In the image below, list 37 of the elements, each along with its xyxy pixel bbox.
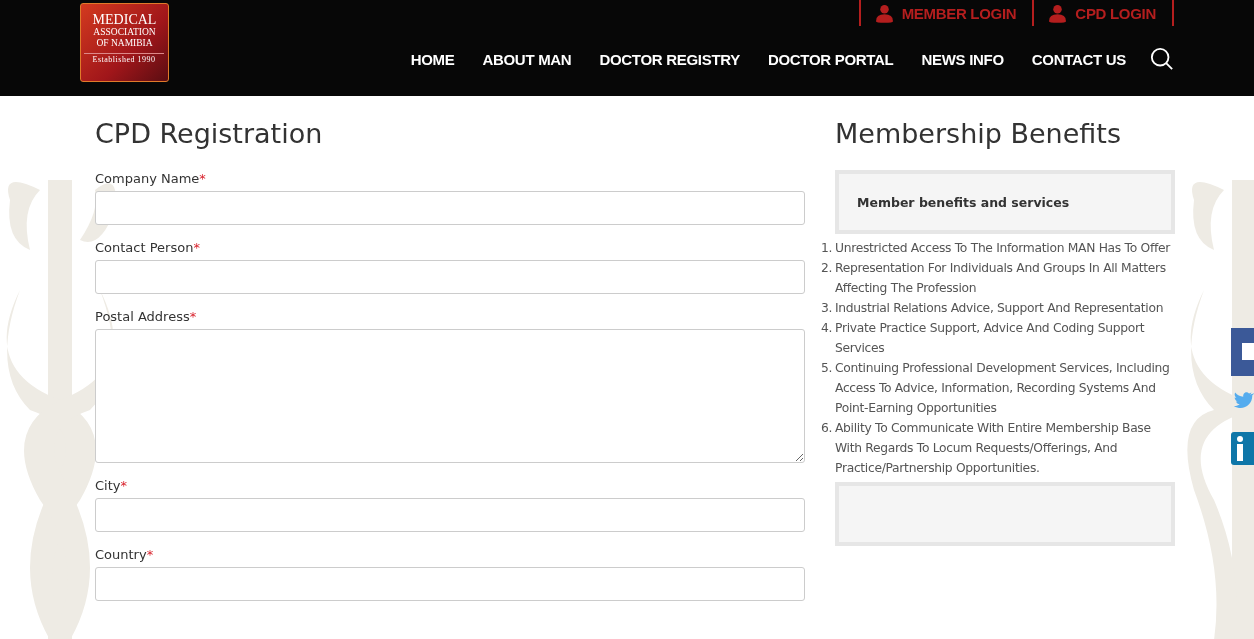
nav-link[interactable]: HOME <box>410 50 455 68</box>
list-item-text: Private Practice Support, Advice And Coding Support Services <box>835 320 1146 357</box>
nav-link[interactable]: CONTACT US <box>1031 50 1126 68</box>
page-title: CPD Registration <box>95 118 324 150</box>
list-number: 1. <box>821 240 834 257</box>
logo[interactable]: MEDICAL ASSOCIATION OF NAMIBIA Established 1990 <box>80 3 169 82</box>
field-label: Country* <box>95 546 155 563</box>
nav-link[interactable]: NEWS INFO <box>921 50 1004 68</box>
list-item-text: Industrial Relations Advice, Support And Representation <box>835 300 1165 317</box>
list-item-text: Unrestricted Access To The Information MAN Has To Offer <box>835 240 1172 257</box>
input-field[interactable] <box>95 260 805 294</box>
field-label: City* <box>95 477 128 494</box>
search-icon[interactable] <box>1150 47 1174 71</box>
nav-link[interactable]: DOCTOR REGISTRY <box>599 50 740 68</box>
nav-link[interactable]: DOCTOR PORTAL <box>767 50 894 68</box>
field-label: Postal Address* <box>95 308 198 325</box>
facebook-icon[interactable] <box>1231 328 1254 376</box>
list-number: 3. <box>821 300 834 317</box>
field-label: Company Name* <box>95 170 207 187</box>
list-number: 2. <box>821 260 834 277</box>
list-number: 4. <box>821 320 834 337</box>
input-field[interactable] <box>95 567 805 601</box>
linkedin-icon[interactable] <box>1231 432 1254 465</box>
list-item-text: Continuing Professional Development Services, Including Access To Advice, Information, Recording Systems And Point-Earning Opportunities <box>835 360 1171 417</box>
list-item-text: Ability To Communicate With Entire Membership Base With Regards To Locum Requests/Offerings, And Practice/Partnership Opportunities. <box>835 420 1152 477</box>
list-number: 6. <box>821 420 834 437</box>
person-icon <box>875 3 893 23</box>
field-label: Contact Person* <box>95 239 201 256</box>
nav-link[interactable]: ABOUT MAN <box>482 50 572 68</box>
panel-title: Member benefits and services <box>857 194 1070 210</box>
input-field[interactable] <box>95 498 805 532</box>
section-title: Membership Benefits <box>835 118 1122 150</box>
list-number: 5. <box>821 360 834 377</box>
input-field[interactable] <box>95 191 805 225</box>
textarea-field[interactable] <box>95 329 805 463</box>
person-icon <box>1049 3 1067 23</box>
list-item-text: Representation For Individuals And Groups In All Matters Affecting The Profession <box>835 260 1167 297</box>
